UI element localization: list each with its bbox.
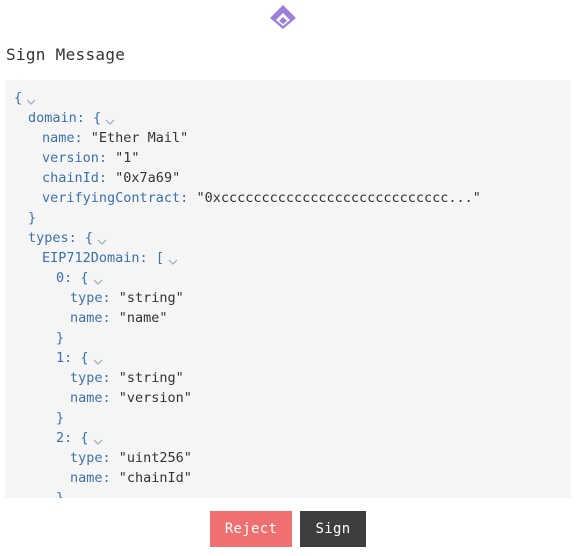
page-title: Sign Message xyxy=(6,45,126,64)
json-tree-line[interactable]: 0: { xyxy=(56,268,105,288)
json-value: "0xcccccccccccccccccccccccccccc..." xyxy=(196,190,481,206)
json-key: 1 xyxy=(56,350,65,366)
json-key: type xyxy=(70,450,103,466)
json-bracket: } xyxy=(56,410,65,426)
json-value: "chainId" xyxy=(118,470,192,486)
json-key: version xyxy=(42,150,99,166)
json-value: "1" xyxy=(115,150,140,166)
json-key: name xyxy=(42,130,75,146)
json-tree-line: } xyxy=(56,328,64,348)
json-bracket: { xyxy=(80,350,89,366)
json-bracket: } xyxy=(28,210,37,226)
action-bar: Reject Sign xyxy=(0,511,579,547)
json-tree-line: name: "version" xyxy=(70,390,192,406)
wallet-logo-icon xyxy=(268,3,298,29)
json-key: type xyxy=(70,370,103,386)
json-bracket: { xyxy=(84,230,94,246)
json-key: verifyingContract xyxy=(42,190,181,206)
json-tree-line[interactable]: EIP712Domain: [ xyxy=(42,248,180,268)
json-tree-line: } xyxy=(28,208,36,228)
json-tree-line: chainId: "0x7a69" xyxy=(42,170,181,186)
json-key: types xyxy=(28,230,69,246)
json-tree-line[interactable]: 1: { xyxy=(56,348,105,368)
json-bracket: { xyxy=(93,110,102,126)
json-key: 2 xyxy=(56,430,65,446)
json-tree-line: name: "chainId" xyxy=(70,470,192,486)
json-bracket: [ xyxy=(155,250,164,266)
chevron-down-icon[interactable] xyxy=(91,353,105,365)
json-tree-line: type: "string" xyxy=(70,290,184,306)
chevron-down-icon[interactable] xyxy=(91,433,105,445)
json-value: "string" xyxy=(118,370,184,386)
sign-button[interactable]: Sign xyxy=(300,511,366,547)
chevron-down-icon[interactable] xyxy=(91,273,105,285)
json-key: chainId xyxy=(42,170,99,186)
json-tree-line[interactable]: 2: { xyxy=(56,428,105,448)
json-value: "Ether Mail" xyxy=(90,130,189,146)
json-tree-line: version: "1" xyxy=(42,150,140,166)
json-key: name xyxy=(70,470,103,486)
json-key: domain xyxy=(28,110,77,126)
json-key: EIP712Domain xyxy=(42,250,140,266)
json-key: name xyxy=(70,390,103,406)
json-tree-line: name: "Ether Mail" xyxy=(42,130,189,146)
json-value: "name" xyxy=(118,310,168,326)
json-tree-line: } xyxy=(56,408,64,428)
chevron-down-icon[interactable] xyxy=(166,253,180,265)
json-bracket: { xyxy=(14,90,23,106)
reject-button[interactable]: Reject xyxy=(210,511,292,547)
json-key: 0 xyxy=(56,270,65,286)
chevron-down-icon[interactable] xyxy=(24,93,38,105)
json-tree-line[interactable]: domain: { xyxy=(28,108,117,128)
json-value: "0x7a69" xyxy=(115,170,181,186)
json-bracket: } xyxy=(56,330,65,346)
json-tree-line: type: "string" xyxy=(70,370,184,386)
json-bracket: { xyxy=(80,270,89,286)
json-value: "version" xyxy=(118,390,192,406)
json-key: name xyxy=(70,310,103,326)
json-tree-line: } xyxy=(56,488,64,498)
json-value: "string" xyxy=(118,290,184,306)
message-json-viewer[interactable]: {domain: {name: "Ether Mail" version: "1"… xyxy=(5,80,571,498)
chevron-down-icon[interactable] xyxy=(103,113,117,125)
chevron-down-icon[interactable] xyxy=(95,233,109,245)
json-tree-line: name: "name" xyxy=(70,310,168,326)
json-bracket: { xyxy=(80,430,89,446)
json-key: type xyxy=(70,290,103,306)
json-tree-line: verifyingContract: "0xcccccccccccccccccc… xyxy=(42,190,481,206)
json-value: "uint256" xyxy=(118,450,192,466)
json-bracket: } xyxy=(56,490,65,498)
json-tree-line[interactable]: { xyxy=(14,88,38,108)
json-tree-line[interactable]: types: { xyxy=(28,228,109,248)
json-tree-line: type: "uint256" xyxy=(70,450,192,466)
